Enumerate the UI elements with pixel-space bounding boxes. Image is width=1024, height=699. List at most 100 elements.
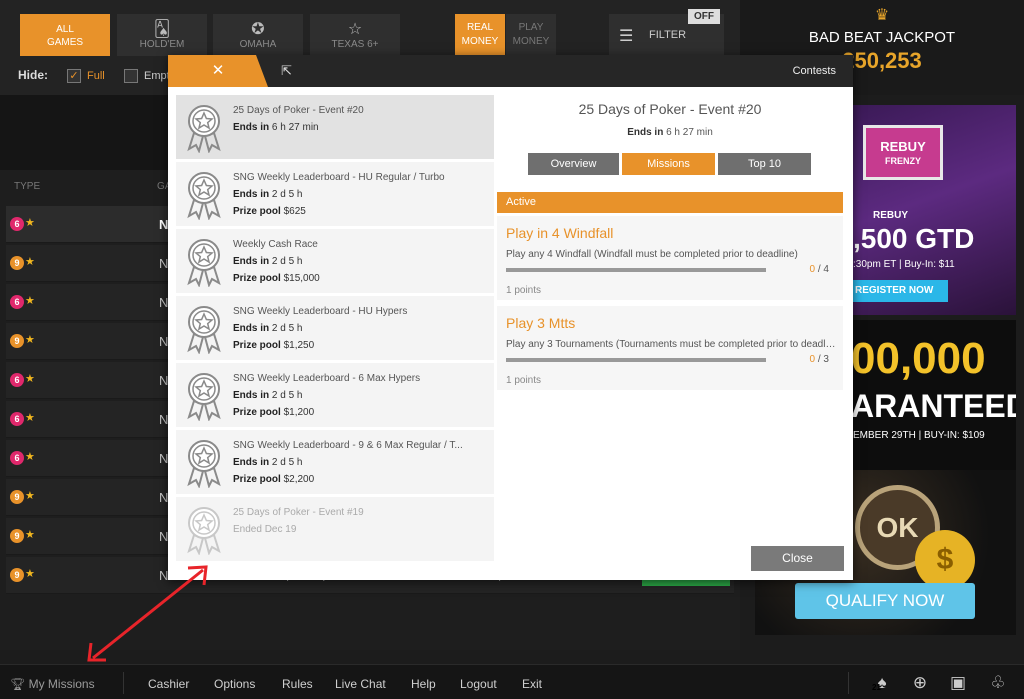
contest-prize: Prize pool $15,000 [233,273,320,284]
help-link[interactable]: Help [411,677,436,691]
play-money-tab[interactable]: PLAY MONEY [506,14,556,56]
star-icon: ★ [25,529,35,541]
contest-item[interactable]: 25 Days of Poker - Event #20 Ends in 6 h … [176,95,494,159]
mission-card: Play in 4 Windfall Play any 4 Windfall (W… [497,216,843,300]
contest-ends: Ends in 2 d 5 h [233,323,303,334]
mission-card: Play 3 Mtts Play any 3 Tournaments (Tourn… [497,306,843,390]
live-chat-link[interactable]: Live Chat [335,677,386,691]
contest-prize: Prize pool $1,250 [233,340,314,351]
prize-value: $1,200 [283,407,315,418]
ends-value: 2 d 5 h [271,189,303,200]
tab-texas-6plus[interactable]: ☆ TEXAS 6+ [310,14,400,56]
contest-prize: Prize pool $2,200 [233,474,314,485]
tab-omaha[interactable]: ✪ OMAHA [213,14,303,56]
rebuy-when: :30pm ET | Buy-In: $11 [853,259,955,270]
tab-label: HOLD'EM [139,39,185,50]
prize-label: Prize pool [233,273,281,284]
logout-link[interactable]: Logout [460,677,497,691]
star-icon: ★ [25,451,35,463]
exit-link[interactable]: Exit [522,677,542,691]
seat-count-badge: 9 [10,529,24,543]
rebuy-logo: REBUY FRENZY [863,125,943,180]
prize-value: $1,250 [283,340,315,351]
filter-state-badge[interactable]: OFF [688,9,720,24]
prize-label: Prize pool [233,340,281,351]
slot-machine-icon[interactable]: ▣ [946,671,970,695]
mission-progress-bar [506,358,766,362]
ends-label: Ends in [233,457,270,468]
contest-ends: Ends in 2 d 5 h [233,189,303,200]
rebuy-sub: FRENZY [885,156,921,166]
share-icon[interactable]: ⇱ [281,63,297,79]
hide-label: Hide: [18,68,48,82]
empty-label: Empt [144,70,170,82]
contest-item[interactable]: SNG Weekly Leaderboard - 9 & 6 Max Regul… [176,430,494,494]
close-button[interactable]: Close [751,546,844,571]
star-icon: ☆ [347,21,363,38]
seat-count-badge: 9 [10,334,24,348]
contest-item[interactable]: SNG Weekly Leaderboard - HU Hypers Ends i… [176,296,494,360]
tab-label-line1: ALL [56,24,74,35]
seat-count-badge: 9 [10,490,24,504]
mission-points: 1 points [506,375,542,386]
tab-overview[interactable]: Overview [528,153,619,175]
contest-item[interactable]: Weekly Cash Race Ends in 2 d 5 h Prize poo… [176,229,494,293]
ends-label: Ends in [233,390,270,401]
modal-header: ✕ ⇱ Contests [168,55,853,87]
contest-ends: Ends in 2 d 5 h [233,390,303,401]
empty-checkbox[interactable] [124,69,138,83]
full-checkbox[interactable]: ✓ [67,69,81,83]
ends-value: Dec 19 [264,524,297,535]
seat-count-badge: 9 [10,568,24,582]
contest-ends: Ends in 6 h 27 min [233,122,319,133]
my-missions-link[interactable]: 🏆︎ My Missions [10,677,95,691]
seat-count-badge: 6 [10,295,24,309]
medal-icon [182,438,226,489]
filter-button[interactable]: ☰ FILTER OFF [609,9,724,56]
tab-label: TEXAS 6+ [331,39,379,50]
ends-label: Ends in [233,256,270,267]
star-icon: ★ [25,412,35,424]
options-link[interactable]: Options [214,677,255,691]
qualify-now-button[interactable]: QUALIFY NOW [795,583,975,619]
prize-value: $15,000 [283,273,320,284]
mission-progress-bar [506,268,766,272]
promo-guaranteed: ARANTEED [853,388,1016,424]
register-now-button[interactable]: REGISTER NOW [853,280,948,302]
mission-description: Play any 3 Tournaments (Tournaments must… [506,339,836,350]
spade-badge-icon[interactable]: ♠ 21 [870,671,894,695]
tab-holdem[interactable]: 🂡 HOLD'EM [117,14,207,56]
ends-value: 2 d 5 h [271,390,303,401]
star-icon: ★ [25,568,35,580]
ends-value: 2 d 5 h [271,323,303,334]
tab-missions[interactable]: Missions [622,153,715,175]
lifebuoy-icon[interactable]: ⊕ [908,671,932,695]
medal-icon [182,505,226,556]
mission-progress-count: 0 / 3 [810,354,829,365]
divider [123,672,124,694]
tab-all-games[interactable]: ALL GAMES [20,14,110,56]
medal-icon [182,103,226,154]
tab-top-10[interactable]: Top 10 [718,153,811,175]
active-section-header: Active [497,192,843,213]
contest-ends: Ends in 2 d 5 h [233,256,303,267]
game-name: N [159,217,169,232]
close-icon: ✕ [211,62,225,79]
star-icon: ★ [25,373,35,385]
modal-close-tab[interactable]: ✕ [168,55,268,87]
cashier-link[interactable]: Cashier [148,677,189,691]
star-icon: ★ [25,334,35,346]
cherries-icon[interactable]: ♧ [986,671,1010,695]
contest-item[interactable]: 25 Days of Poker - Event #19 Ended Dec 19 [176,497,494,561]
contest-item[interactable]: SNG Weekly Leaderboard - 6 Max Hypers End… [176,363,494,427]
contest-prize: Prize pool $625 [233,206,306,217]
rules-link[interactable]: Rules [282,677,313,691]
medal-icon [182,371,226,422]
contest-item[interactable]: SNG Weekly Leaderboard - HU Regular / Tu… [176,162,494,226]
rebuy-promo-banner[interactable]: REBUY FRENZY REBUY ,500 GTD :30pm ET | B… [853,105,1016,315]
ends-label: Ends in [627,127,664,138]
progress-current: 0 [809,354,816,365]
real-money-tab[interactable]: REAL MONEY [455,14,505,56]
seat-count-badge: 9 [10,256,24,270]
guaranteed-promo-banner[interactable]: 00,000 ARANTEED EMBER 29TH | BUY-IN: $10… [853,320,1016,490]
